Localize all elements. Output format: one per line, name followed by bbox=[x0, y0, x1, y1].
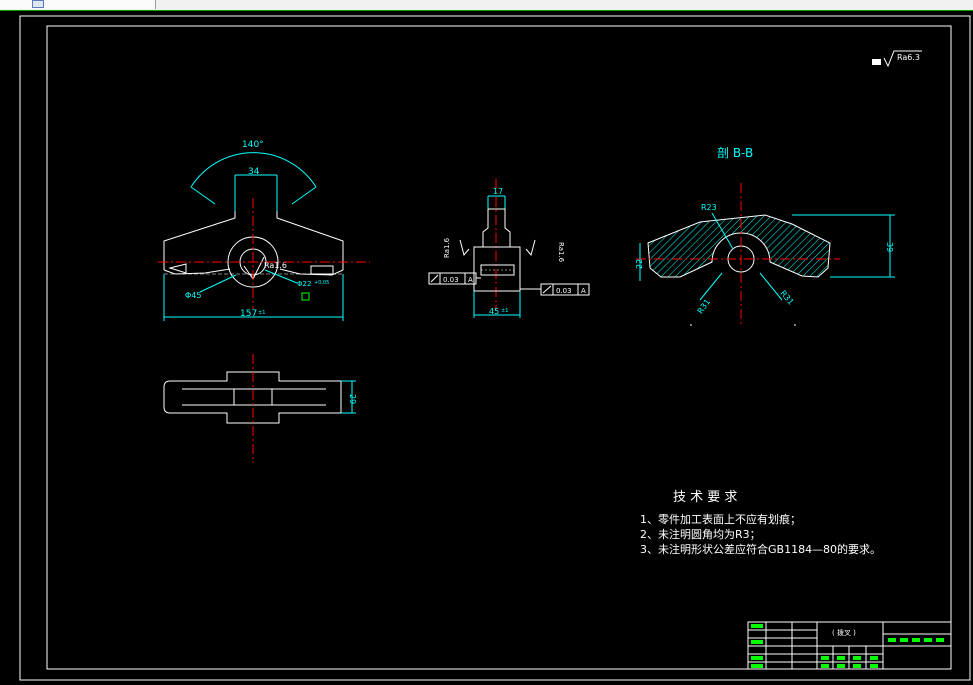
section-left-radius-leader bbox=[699, 272, 723, 301]
runout-arrow-icon-2 bbox=[542, 285, 552, 294]
left-tolerance-frame: 0.03 A bbox=[428, 272, 481, 285]
right-tolerance-frame: 0.03 A bbox=[520, 283, 590, 296]
window-top-strip bbox=[0, 0, 973, 11]
section-view: 剖 B-B R23 22 39 R31 R31 bbox=[635, 146, 895, 326]
slot-left bbox=[168, 263, 187, 274]
length-dim-text: 157 bbox=[240, 309, 257, 319]
bore-tolerance-text: +0.05 bbox=[314, 280, 329, 286]
section-right-radius-leader bbox=[759, 272, 783, 301]
side-outline-right bbox=[488, 208, 521, 291]
side-top-dim-text: 17 bbox=[493, 187, 503, 196]
left-tolerance-value: 0.03 bbox=[443, 276, 459, 284]
side-bottom-dim-text: 45 bbox=[489, 307, 499, 316]
body-bottom-left bbox=[163, 268, 231, 275]
angle-extension-left bbox=[190, 186, 216, 205]
surface-finish-symbol: Ra6.3 bbox=[872, 50, 922, 68]
section-left-dim-text: 22 bbox=[635, 259, 644, 269]
top-width-dim-text: 34 bbox=[248, 167, 260, 177]
section-left-radius-text: R31 bbox=[696, 297, 712, 315]
datum-box-icon bbox=[301, 292, 310, 301]
title-block-part-name: ( 拨叉 ) bbox=[832, 628, 856, 637]
slot-right bbox=[310, 265, 334, 275]
document-tab[interactable] bbox=[0, 0, 156, 9]
tech-requirement-item: 3、未注明形状公差应符合GB1184—80的要求。 bbox=[640, 542, 881, 556]
cad-application: Ra6.3 140° 34 Ra1.6 Φ45 Φ22 +0.05 157 ±1… bbox=[0, 0, 973, 685]
finish-bracket-icon bbox=[872, 59, 881, 65]
side-left-roughness-icon bbox=[459, 239, 470, 257]
angle-dim-text: 140° bbox=[242, 140, 264, 150]
side-right-roughness-icon bbox=[525, 239, 536, 257]
side-bottom-tol-text: ±1 bbox=[501, 308, 508, 314]
length-tol-text: ±1 bbox=[258, 310, 265, 316]
top-view: 29 bbox=[163, 354, 357, 463]
drawing-canvas[interactable]: Ra6.3 140° 34 Ra1.6 Φ45 Φ22 +0.05 157 ±1… bbox=[0, 10, 973, 685]
angle-extension-right bbox=[291, 186, 317, 205]
front-view: 140° 34 Ra1.6 Φ45 Φ22 +0.05 157 ±1 bbox=[158, 140, 370, 321]
tech-requirement-item: 1、零件加工表面上不应有划痕； bbox=[640, 512, 801, 526]
side-right-roughness-text: Ra1.6 bbox=[557, 242, 565, 263]
drawing-file-icon[interactable] bbox=[32, 0, 44, 8]
section-right-radius-text: R31 bbox=[778, 289, 795, 307]
section-bore-text: R23 bbox=[701, 203, 717, 212]
hub-diameter-text: Φ45 bbox=[185, 291, 201, 300]
tech-requirement-item: 2、未注明圆角均为R3； bbox=[640, 527, 761, 541]
tech-requirements-heading: 技 术 要 求 bbox=[673, 490, 737, 505]
drawing-sheet: Ra6.3 140° 34 Ra1.6 Φ45 Φ22 +0.05 157 ±1… bbox=[19, 15, 971, 681]
right-tolerance-datum: A bbox=[581, 287, 586, 295]
hub-diameter-leader bbox=[199, 274, 237, 293]
inner-frame bbox=[46, 25, 952, 670]
top-thickness-dim-text: 29 bbox=[348, 394, 357, 404]
bore-roughness-icon bbox=[243, 256, 265, 280]
section-height-dim-text: 39 bbox=[885, 242, 894, 252]
tech-requirements: 技 术 要 求 1、零件加工表面上不应有划痕； 2、未注明圆角均为R3； 3、未… bbox=[640, 490, 881, 556]
runout-arrow-icon bbox=[430, 274, 439, 283]
outer-frame bbox=[19, 15, 971, 681]
body-outline-left bbox=[163, 211, 236, 270]
right-tolerance-value: 0.03 bbox=[556, 287, 572, 295]
side-left-roughness-text: Ra1.6 bbox=[443, 237, 451, 258]
finish-note-text: Ra6.3 bbox=[897, 53, 920, 62]
bore-diameter-text: Φ22 bbox=[297, 280, 311, 288]
left-tolerance-datum: A bbox=[468, 276, 473, 284]
side-view: 17 Ra1.6 Ra1.6 0.03 A 0.03 A 45 ±1 bbox=[428, 179, 590, 318]
section-title: 剖 B-B bbox=[717, 146, 753, 160]
